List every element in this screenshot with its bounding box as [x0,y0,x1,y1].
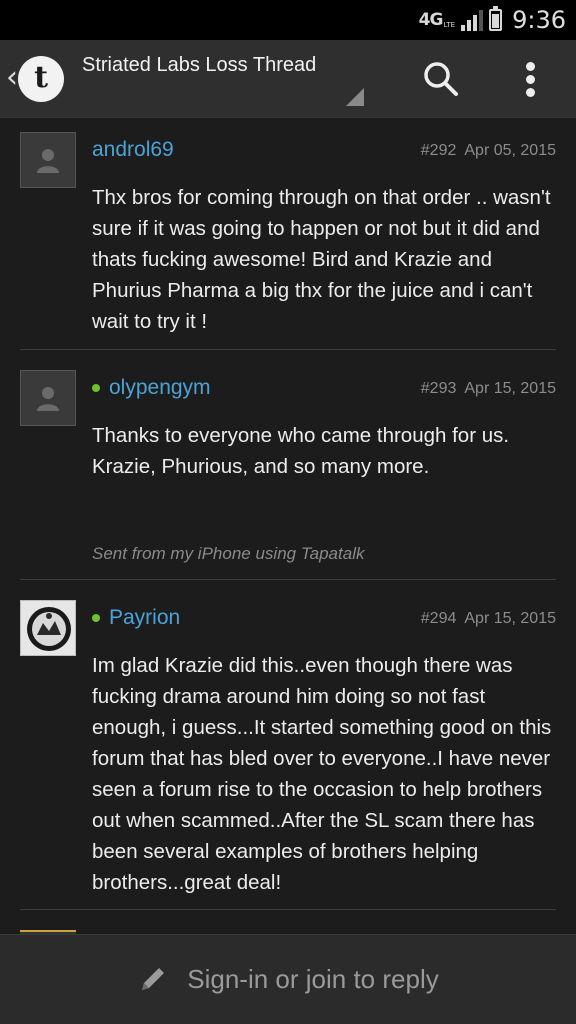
search-icon [424,62,458,96]
pencil-icon [142,968,165,990]
avatar[interactable] [20,370,76,426]
divider [20,349,556,350]
online-indicator-icon [92,384,100,392]
reply-label[interactable]: Sign-in or join to reply [187,964,438,995]
post-username[interactable]: androl69 [92,138,174,162]
divider [20,579,556,580]
clock: 9:36 [512,6,566,34]
post-date: Apr 05, 2015 [464,142,556,159]
reply-bar[interactable]: Sign-in or join to reply [0,934,576,1024]
post-number: #294 [420,610,457,627]
post-meta: #294 Apr 15, 2015 [421,610,556,628]
search-button[interactable] [420,58,462,100]
post-body: Thx bros for coming through on that orde… [92,186,551,333]
battery-icon [489,6,503,31]
post-number: #292 [420,142,457,159]
post-username[interactable]: Payrion [92,606,180,630]
thread-title[interactable]: Striated Labs Loss Thread [82,52,322,78]
online-indicator-icon [92,614,100,622]
post-body: Thanks to everyone who came through for … [92,424,510,478]
avatar[interactable] [20,132,76,188]
post-number: #293 [420,380,457,397]
post-username[interactable]: olypengym [92,376,211,400]
tapatalk-logo-icon[interactable]: t [18,56,64,102]
chevron-left-icon[interactable]: ‹ [6,60,18,95]
status-icons: 4G LTE 9:36 [419,4,566,36]
post-body: Im glad Krazie did this..even though the… [92,654,552,894]
user-placeholder-icon [37,149,59,173]
avatar[interactable] [20,600,76,656]
user-avatar-image [21,601,75,655]
post-date: Apr 15, 2015 [464,610,556,627]
post-meta: #293 Apr 15, 2015 [421,380,556,398]
network-subtype: LTE [443,20,456,29]
divider [20,909,556,910]
dropdown-indicator-icon[interactable] [346,88,364,106]
post-list[interactable]: androl69 #292 Apr 05, 2015 Thx bros for c… [0,118,576,934]
network-type: 4G [418,10,444,30]
more-vertical-icon [526,62,535,71]
more-menu-button[interactable] [516,58,546,100]
post-meta: #292 Apr 05, 2015 [421,142,556,160]
post-date: Apr 15, 2015 [464,380,556,397]
status-bar: 4G LTE 9:36 [0,0,576,40]
signal-icon [461,9,484,31]
app-bar: ‹ t Striated Labs Loss Thread [0,40,576,118]
reply-button[interactable]: Sign-in or join to reply [38,949,538,1009]
post-signature: Sent from my iPhone using Tapatalk [92,544,365,563]
user-placeholder-icon [37,387,59,411]
